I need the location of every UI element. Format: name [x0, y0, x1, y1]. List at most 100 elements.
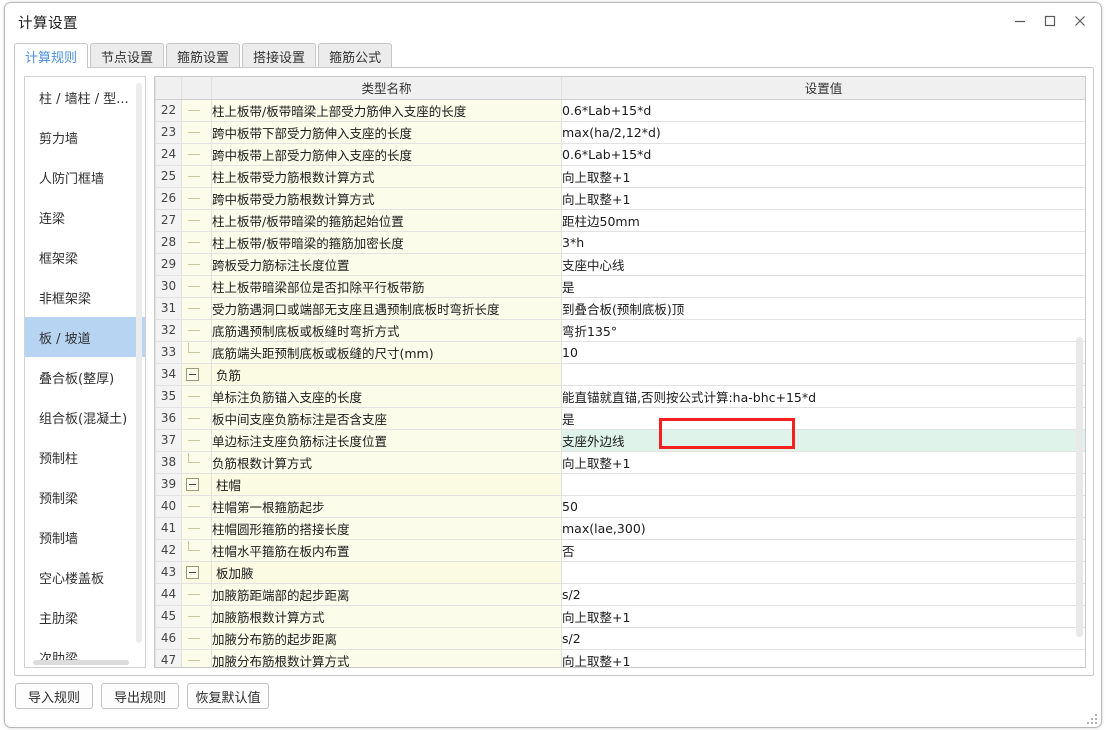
table-row[interactable]: 43 板加腋: [155, 560, 1085, 584]
table-row[interactable]: 38 负筋根数计算方式 向上取整+1: [155, 450, 1085, 474]
row-setting-value[interactable]: 向上取整+1: [561, 604, 1085, 628]
sidebar-horizontal-scrollbar[interactable]: [33, 660, 129, 665]
table-row[interactable]: 33 底筋端头距预制底板或板缝的尺寸(mm) 10: [155, 340, 1085, 364]
window-title: 计算设置: [18, 16, 78, 32]
tree-dash-icon: [188, 285, 200, 287]
table-row[interactable]: 22 柱上板带/板带暗梁上部受力筋伸入支座的长度 0.6*Lab+15*d: [155, 98, 1085, 122]
row-setting-value[interactable]: 0.6*Lab+15*d: [561, 142, 1085, 166]
table-row[interactable]: 45 加腋筋根数计算方式 向上取整+1: [155, 604, 1085, 628]
row-type-name: 加腋分布筋的起步距离: [211, 626, 562, 650]
restore-defaults-button[interactable]: 恢复默认值: [187, 683, 269, 709]
close-icon[interactable]: [1065, 7, 1095, 35]
row-setting-value[interactable]: 向上取整+1: [561, 186, 1085, 210]
tab-3[interactable]: 搭接设置: [242, 43, 317, 68]
row-setting-value[interactable]: 是: [561, 406, 1085, 430]
table-vertical-scrollbar[interactable]: [1076, 337, 1083, 637]
row-setting-value[interactable]: s/2: [561, 582, 1085, 606]
row-setting-value[interactable]: max(ha/2,12*d): [561, 120, 1085, 144]
row-setting-value[interactable]: max(lae,300): [561, 516, 1085, 540]
sidebar-item-2[interactable]: 人防门框墙: [25, 157, 145, 197]
export-rules-button[interactable]: 导出规则: [101, 683, 179, 709]
sidebar-item-1[interactable]: 剪力墙: [25, 117, 145, 157]
row-setting-value[interactable]: 是: [561, 274, 1085, 298]
sidebar-item-13[interactable]: 主肋梁: [25, 597, 145, 637]
row-setting-value[interactable]: [561, 560, 1085, 584]
row-index: 30: [155, 274, 182, 298]
row-setting-value[interactable]: 向上取整+1: [561, 648, 1085, 667]
row-setting-value[interactable]: s/2: [561, 626, 1085, 650]
minus-box-icon[interactable]: [186, 367, 199, 381]
table-row[interactable]: 25 柱上板带受力筋根数计算方式 向上取整+1: [155, 164, 1085, 188]
row-setting-value[interactable]: 10: [561, 340, 1085, 364]
tab-2[interactable]: 箍筋设置: [166, 43, 241, 68]
row-setting-value[interactable]: [561, 362, 1085, 386]
table-row[interactable]: 46 加腋分布筋的起步距离 s/2: [155, 626, 1085, 650]
resize-grip[interactable]: [1085, 712, 1097, 724]
collapse-toggle-icon[interactable]: [181, 560, 212, 584]
sidebar-item-label: 连梁: [39, 211, 66, 227]
row-setting-value[interactable]: 否: [561, 538, 1085, 562]
row-setting-value[interactable]: 向上取整+1: [561, 164, 1085, 188]
table-row[interactable]: 28 柱上板带/板带暗梁的箍筋加密长度 3*h: [155, 230, 1085, 254]
table-row[interactable]: 30 柱上板带暗梁部位是否扣除平行板带筋是: [155, 274, 1085, 298]
row-setting-value[interactable]: 支座中心线: [561, 252, 1085, 276]
sidebar-item-7[interactable]: 叠合板(整厚): [25, 357, 145, 397]
tab-4[interactable]: 箍筋公式: [318, 43, 393, 68]
table-row[interactable]: 32 底筋遇预制底板或板缝时弯折方式 弯折135°: [155, 318, 1085, 342]
row-setting-value[interactable]: 弯折135°: [561, 318, 1085, 342]
table-row[interactable]: 44 加腋筋距端部的起步距离 s/2: [155, 582, 1085, 606]
minus-box-icon[interactable]: [186, 565, 199, 579]
maximize-icon[interactable]: [1035, 7, 1065, 35]
header-setting-value[interactable]: 设置值: [561, 77, 1085, 100]
row-setting-value[interactable]: 到叠合板(预制底板)顶: [561, 296, 1085, 320]
table-row[interactable]: 36 板中间支座负筋标注是否含支座是: [155, 406, 1085, 430]
row-setting-value[interactable]: 支座外边线: [561, 428, 1085, 452]
tree-connector-icon: [181, 318, 212, 342]
tree-dash-icon: [188, 153, 200, 155]
header-type-name[interactable]: 类型名称: [211, 77, 562, 100]
table-row[interactable]: 31 受力筋遇洞口或端部无支座且遇预制底板时弯折长度 到叠合板(预制底板)顶: [155, 296, 1085, 320]
sidebar-item-3[interactable]: 连梁: [25, 197, 145, 237]
sidebar-item-5[interactable]: 非框架梁: [25, 277, 145, 317]
table-row[interactable]: 29 跨板受力筋标注长度位置 支座中心线: [155, 252, 1085, 276]
table-row[interactable]: 23 跨中板带下部受力筋伸入支座的长度 max(ha/2,12*d): [155, 120, 1085, 144]
sidebar-item-6[interactable]: 板 / 坡道: [25, 317, 145, 357]
table-row[interactable]: 34 负筋: [155, 362, 1085, 386]
tree-connector-icon: [181, 252, 212, 276]
row-type-name: 柱上板带暗梁部位是否扣除平行板带筋: [211, 274, 562, 298]
table-row[interactable]: 47 加腋分布筋根数计算方式 向上取整+1: [155, 648, 1085, 667]
minimize-icon[interactable]: [1005, 7, 1035, 35]
table-row[interactable]: 40 柱帽第一根箍筋起步 50: [155, 494, 1085, 518]
table-row[interactable]: 37 单边标注支座负筋标注长度位置 支座外边线: [155, 428, 1085, 452]
table-row[interactable]: 27 柱上板带/板带暗梁的箍筋起始位置 距柱边50mm: [155, 208, 1085, 232]
sidebar-item-8[interactable]: 组合板(混凝土): [25, 397, 145, 437]
tab-0[interactable]: 计算规则: [14, 43, 89, 68]
tree-connector-icon: [181, 450, 212, 474]
row-setting-value[interactable]: 0.6*Lab+15*d: [561, 98, 1085, 122]
category-sidebar[interactable]: 柱 / 墙柱 / 型... 剪力墙 人防门框墙连梁框架梁 非框架梁板 / 坡道 叠合板(…: [24, 76, 146, 668]
row-setting-value[interactable]: 50: [561, 494, 1085, 518]
row-setting-value[interactable]: 3*h: [561, 230, 1085, 254]
minus-box-icon[interactable]: [186, 477, 199, 491]
table-row[interactable]: 24 跨中板带上部受力筋伸入支座的长度 0.6*Lab+15*d: [155, 142, 1085, 166]
sidebar-item-0[interactable]: 柱 / 墙柱 / 型...: [25, 77, 145, 117]
import-rules-button[interactable]: 导入规则: [15, 683, 93, 709]
sidebar-item-4[interactable]: 框架梁: [25, 237, 145, 277]
table-row[interactable]: 35 单标注负筋锚入支座的长度 能直锚就直锚,否则按公式计算:ha-bhc+15*d: [155, 384, 1085, 408]
table-row[interactable]: 39 柱帽: [155, 472, 1085, 496]
table-row[interactable]: 41 柱帽圆形箍筋的搭接长度 max(lae,300): [155, 516, 1085, 540]
collapse-toggle-icon[interactable]: [181, 362, 212, 386]
sidebar-item-10[interactable]: 预制梁: [25, 477, 145, 517]
table-row[interactable]: 42 柱帽水平箍筋在板内布置否: [155, 538, 1085, 562]
row-setting-value[interactable]: 向上取整+1: [561, 450, 1085, 474]
table-row[interactable]: 26 跨中板带受力筋根数计算方式 向上取整+1: [155, 186, 1085, 210]
row-setting-value[interactable]: [561, 472, 1085, 496]
sidebar-item-9[interactable]: 预制柱: [25, 437, 145, 477]
collapse-toggle-icon[interactable]: [181, 472, 212, 496]
row-setting-value[interactable]: 能直锚就直锚,否则按公式计算:ha-bhc+15*d: [561, 384, 1085, 408]
sidebar-vertical-scrollbar[interactable]: [136, 83, 142, 643]
sidebar-item-11[interactable]: 预制墙: [25, 517, 145, 557]
sidebar-item-12[interactable]: 空心楼盖板: [25, 557, 145, 597]
row-setting-value[interactable]: 距柱边50mm: [561, 208, 1085, 232]
tab-1[interactable]: 节点设置: [90, 43, 165, 68]
